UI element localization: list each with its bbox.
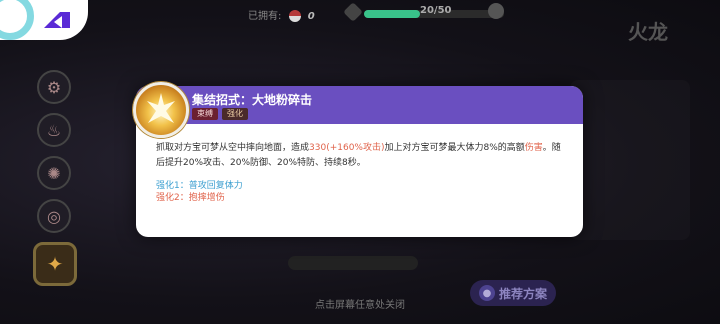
dialog-header: 集结招式：大地粉碎击 束缚 强化 <box>136 86 583 124</box>
close-hint[interactable]: 点击屏幕任意处关闭 <box>0 296 720 311</box>
move-icon <box>133 82 189 138</box>
skill-column: ⚙ ♨ ✺ ◎ ✦ <box>33 70 77 295</box>
logo-ring-decoration <box>0 0 34 40</box>
vortex-icon[interactable]: ◎ <box>37 199 71 233</box>
fire-icon[interactable]: ♨ <box>37 113 71 147</box>
arrow-up-icon[interactable] <box>488 3 504 19</box>
back-arrow-icon <box>44 12 70 28</box>
owned-counter: 已拥有: 0 <box>248 7 315 22</box>
desc-part2: 加上对方宝可梦最大体力8%的高额 <box>384 143 525 153</box>
desc-damage-word: 伤害 <box>524 143 543 153</box>
pokemon-name: 火龙 <box>628 20 668 44</box>
settings-icon[interactable]: ⚙ <box>37 70 71 104</box>
tag-enhance: 强化 <box>222 108 248 120</box>
move-detail-dialog[interactable]: 集结招式：大地粉碎击 束缚 强化 抓取对方宝可梦从空中摔向地面，造成330(+1… <box>133 82 583 237</box>
back-button[interactable] <box>0 0 88 40</box>
tag-bind: 束缚 <box>192 108 218 120</box>
desc-damage-value: 330(+160%攻击) <box>309 143 385 153</box>
pokeball-icon <box>288 10 301 22</box>
level-badge-icon <box>343 2 363 22</box>
xp-bar-fill <box>364 10 420 18</box>
burst-icon <box>147 93 175 123</box>
move-description: 抓取对方宝可梦从空中摔向地面，造成330(+160%攻击)加上对方宝可梦最大体力… <box>156 141 566 171</box>
bottom-pill <box>288 256 418 270</box>
owned-count: 0 <box>307 11 315 22</box>
desc-part1: 抓取对方宝可梦从空中摔向地面，造成 <box>156 143 310 153</box>
enhance-2: 强化2：抱摔增伤 <box>156 193 225 203</box>
move-tags: 束缚 强化 <box>192 108 248 120</box>
move-title: 集结招式：大地粉碎击 <box>192 93 313 107</box>
xp-text: 20/50 <box>420 5 452 16</box>
rally-skill-icon[interactable]: ✦ <box>33 242 77 286</box>
spark-icon[interactable]: ✺ <box>37 156 71 190</box>
right-panel <box>570 80 690 240</box>
owned-label: 已拥有: <box>248 11 282 22</box>
